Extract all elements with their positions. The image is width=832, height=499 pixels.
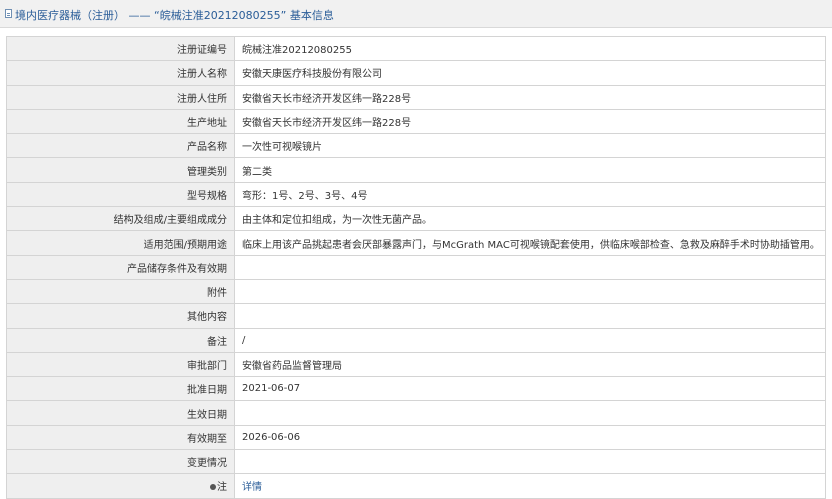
- row-label: 结构及组成/主要组成成分: [6, 206, 235, 232]
- info-table-body: 注册证编号 皖械注准20212080255 注册人名称 安徽天康医疗科技股份有限公司注…: [6, 35, 826, 475]
- row-label: 注册证编号: [6, 35, 235, 62]
- row-value: [234, 449, 826, 475]
- info-row: 生效日期: [6, 400, 826, 426]
- info-row: 管理类别 第二类: [6, 157, 826, 183]
- row-value: [234, 400, 826, 426]
- page-header: 境内医疗器械（注册） —— “皖械注准20212080255” 基本信息: [0, 0, 832, 28]
- row-label: 附件: [6, 278, 235, 305]
- row-value: 一次性可视喉镜片: [234, 133, 826, 159]
- row-label: 变更情况: [6, 449, 235, 475]
- info-row: 变更情况: [6, 449, 826, 475]
- info-row: 有效期至 2026-06-06: [6, 424, 826, 451]
- row-label: 其他内容: [6, 303, 235, 329]
- note-label: 注: [217, 482, 227, 494]
- info-row: 结构及组成/主要组成成分 由主体和定位扣组成，为一次性无菌产品。: [6, 206, 826, 232]
- info-row: 批准日期 2021-06-07: [6, 376, 826, 402]
- row-label: 生产地址: [6, 108, 235, 135]
- row-value: 弯形：1号、2号、3号、4号: [234, 181, 826, 208]
- row-value: [234, 303, 826, 329]
- info-row: 备注 /: [6, 327, 826, 353]
- info-row: 产品储存条件及有效期: [6, 254, 826, 280]
- info-row: 注册证编号 皖械注准20212080255: [6, 35, 826, 62]
- pin-icon: [210, 484, 216, 491]
- row-label: 注册人名称: [6, 60, 235, 86]
- row-value: 由主体和定位扣组成，为一次性无菌产品。: [234, 206, 826, 232]
- row-label: 注册人住所: [6, 84, 235, 110]
- row-label: 产品储存条件及有效期: [6, 254, 235, 280]
- page-title: 境内医疗器械（注册） —— “皖械注准20212080255” 基本信息: [15, 9, 334, 22]
- row-label: 审批部门: [6, 351, 235, 378]
- row-label: 有效期至: [6, 424, 235, 451]
- info-row: 注册人住所 安徽省天长市经济开发区纬一路228号: [6, 84, 826, 110]
- row-label: 型号规格: [6, 181, 235, 208]
- info-row: 其他内容: [6, 303, 826, 329]
- info-row: 生产地址 安徽省天长市经济开发区纬一路228号: [6, 108, 826, 135]
- row-value: 安徽省药品监督管理局: [234, 351, 826, 378]
- note-label-cell: 注: [6, 473, 235, 499]
- row-value: 皖械注准20212080255: [234, 35, 826, 62]
- row-label: 生效日期: [6, 400, 235, 426]
- row-label: 备注: [6, 327, 235, 353]
- info-row: 型号规格 弯形：1号、2号、3号、4号: [6, 181, 826, 208]
- row-value: 临床上用该产品挑起患者会厌部暴露声门，与McGrath MAC可视喉镜配套使用，…: [234, 230, 826, 256]
- info-row: 适用范围/预期用途 临床上用该产品挑起患者会厌部暴露声门，与McGrath MAC…: [6, 230, 826, 256]
- info-row: 产品名称 一次性可视喉镜片: [6, 133, 826, 159]
- row-value: [234, 278, 826, 305]
- info-table: 注册证编号 皖械注准20212080255 注册人名称 安徽天康医疗科技股份有限公司注…: [6, 35, 826, 499]
- row-label: 管理类别: [6, 157, 235, 183]
- row-label: 批准日期: [6, 376, 235, 402]
- info-row: 注册人名称 安徽天康医疗科技股份有限公司: [6, 60, 826, 86]
- row-value: 安徽天康医疗科技股份有限公司: [234, 60, 826, 86]
- note-value-cell: 详情: [234, 473, 826, 499]
- note-row: 注 详情: [6, 473, 826, 499]
- row-value: /: [234, 327, 826, 353]
- info-row: 附件: [6, 278, 826, 305]
- row-value: [234, 254, 826, 280]
- document-icon: [5, 9, 12, 18]
- info-row: 审批部门 安徽省药品监督管理局: [6, 351, 826, 378]
- row-label: 产品名称: [6, 133, 235, 159]
- row-value: 安徽省天长市经济开发区纬一路228号: [234, 108, 826, 135]
- row-value: 2021-06-07: [234, 376, 826, 402]
- row-value: 2026-06-06: [234, 424, 826, 451]
- details-link[interactable]: 详情: [242, 482, 262, 493]
- row-value: 第二类: [234, 157, 826, 183]
- row-value: 安徽省天长市经济开发区纬一路228号: [234, 84, 826, 110]
- row-label: 适用范围/预期用途: [6, 230, 235, 256]
